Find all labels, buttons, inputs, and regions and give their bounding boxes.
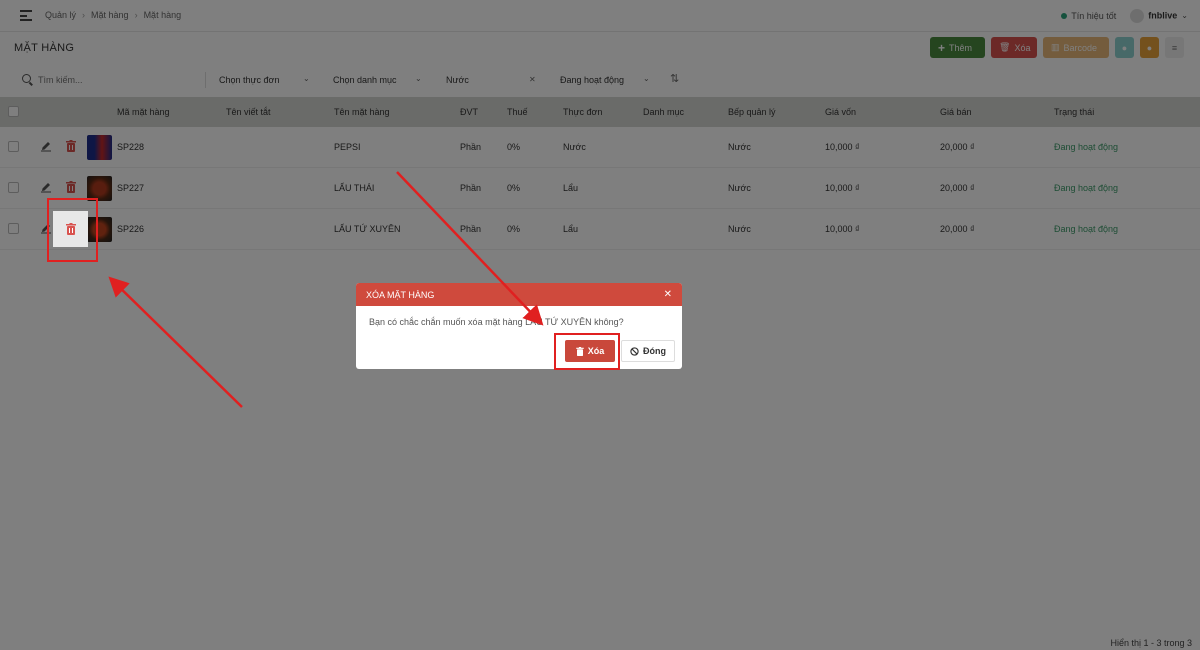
dialog-message: Bạn có chắc chắn muốn xóa mặt hàng LẨU T… <box>369 317 624 327</box>
annotation-highlight <box>47 198 98 262</box>
dialog-title: XÓA MẶT HÀNG <box>366 289 435 300</box>
pagination-info: Hiển thị 1 - 3 trong 3 <box>1110 638 1192 648</box>
close-icon[interactable]: ✕ <box>664 289 672 300</box>
dialog-close-label: Đóng <box>643 346 666 356</box>
dialog-header: XÓA MẶT HÀNG ✕ <box>356 283 682 306</box>
delete-dialog: XÓA MẶT HÀNG ✕ Bạn có chắc chắn muốn xóa… <box>356 283 682 369</box>
annotation-highlight <box>554 333 620 370</box>
ban-icon <box>630 346 639 356</box>
dialog-close-button[interactable]: Đóng <box>621 340 675 362</box>
